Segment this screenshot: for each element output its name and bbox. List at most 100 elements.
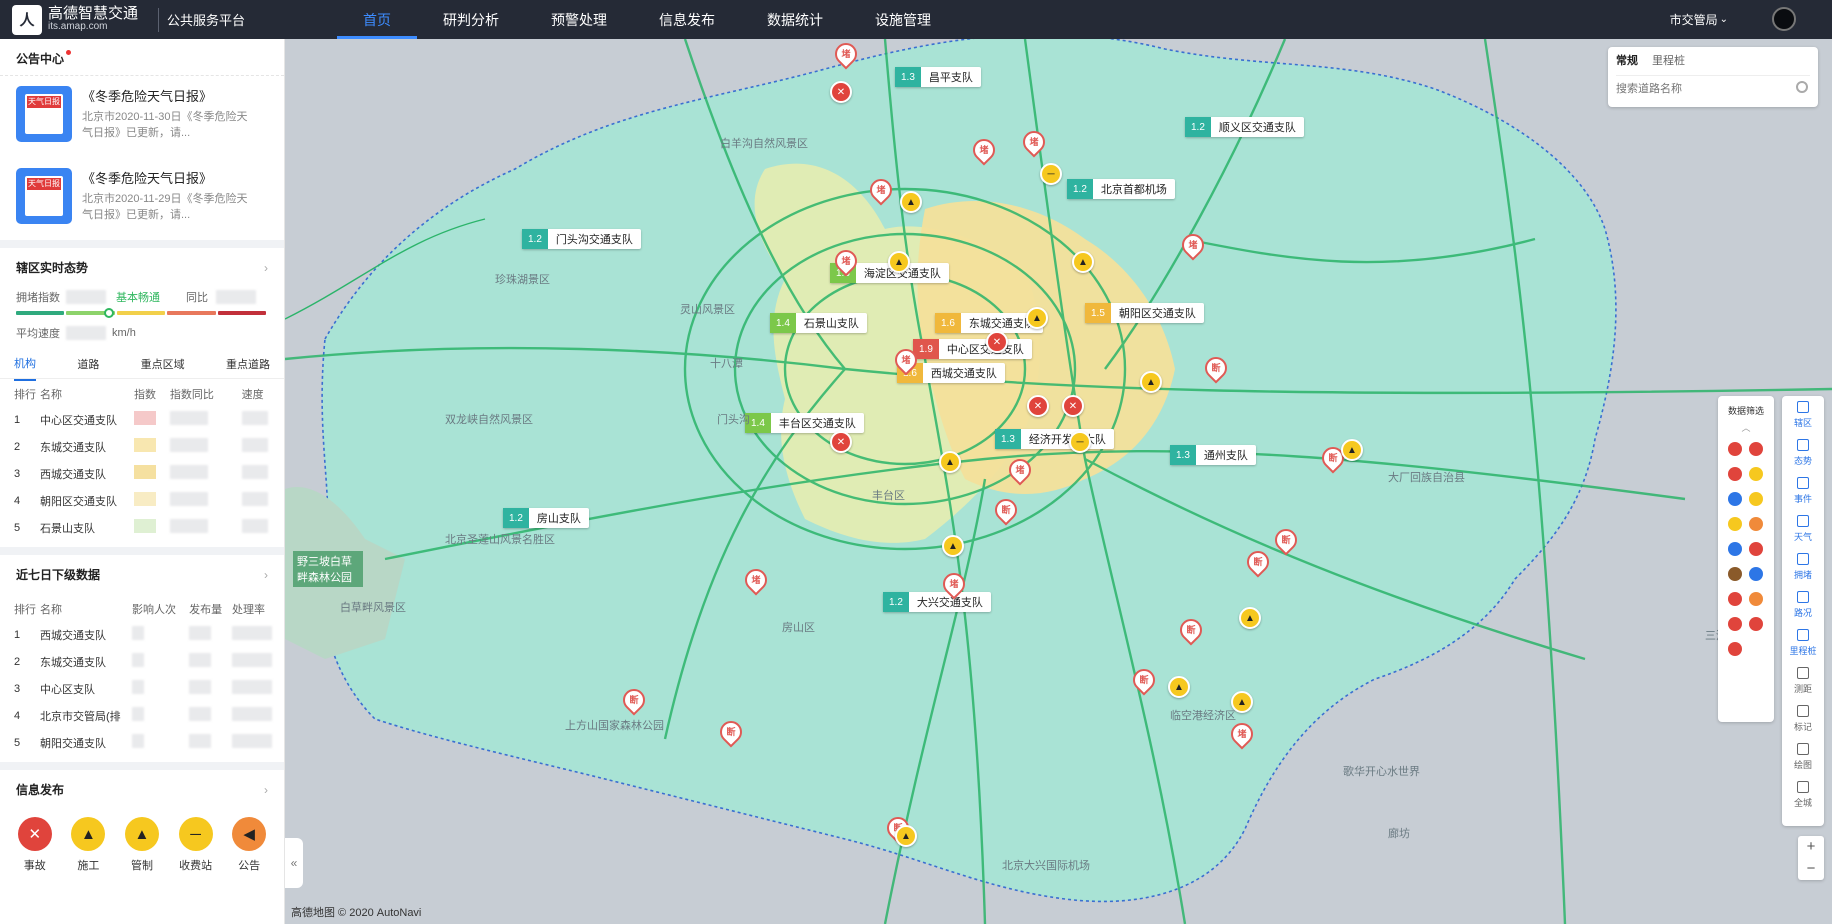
construction-marker[interactable]: ▲ xyxy=(888,251,910,273)
tool-10[interactable]: 全城 xyxy=(1782,776,1824,814)
table-row[interactable]: 5 石景山支队 xyxy=(0,514,284,541)
tab-road[interactable]: 道路 xyxy=(77,348,99,380)
tab-regular[interactable]: 常规 xyxy=(1616,52,1638,68)
table-row[interactable]: 3 中心区支队 xyxy=(0,675,284,702)
filter-toggle-icon[interactable] xyxy=(1749,517,1763,531)
tool-1[interactable]: 态势 xyxy=(1782,434,1824,472)
branch-label[interactable]: 1.4 丰台区交通支队 xyxy=(745,413,864,433)
filter-toggle-icon[interactable] xyxy=(1728,567,1742,581)
filter-toggle-icon[interactable] xyxy=(1728,542,1742,556)
filter-toggle-icon[interactable] xyxy=(1749,542,1763,556)
filter-toggle-icon[interactable] xyxy=(1728,517,1742,531)
tab-key-area[interactable]: 重点区域 xyxy=(141,348,185,380)
zoom-out-button[interactable]: − xyxy=(1798,858,1824,880)
chevron-right-icon[interactable]: › xyxy=(264,261,268,275)
chevron-right-icon[interactable]: › xyxy=(264,568,268,582)
filter-toggle-icon[interactable] xyxy=(1728,467,1742,481)
construction-marker[interactable]: ▲ xyxy=(1168,676,1190,698)
branch-label[interactable]: 1.2 大兴交通支队 xyxy=(883,592,991,612)
filter-toggle-icon[interactable] xyxy=(1749,467,1763,481)
nav-item-analysis[interactable]: 研判分析 xyxy=(417,0,525,39)
publish-toll-button[interactable]: ─ 收费站 xyxy=(178,817,213,873)
tool-7[interactable]: 测距 xyxy=(1782,662,1824,700)
branch-label[interactable]: 1.2 顺义区交通支队 xyxy=(1185,117,1304,137)
table-row[interactable]: 2 东城交通支队 xyxy=(0,648,284,675)
filter-toggle-icon[interactable] xyxy=(1728,442,1742,456)
branch-label[interactable]: 1.5 朝阳区交通支队 xyxy=(1085,303,1204,323)
tool-2[interactable]: 事件 xyxy=(1782,472,1824,510)
tab-key-road[interactable]: 重点道路 xyxy=(226,348,270,380)
branch-label[interactable]: 1.3 经济开发区大队 xyxy=(995,429,1114,449)
table-row[interactable]: 3 西城交通支队 xyxy=(0,460,284,487)
nav-item-facilities[interactable]: 设施管理 xyxy=(849,0,957,39)
tool-5[interactable]: 路况 xyxy=(1782,586,1824,624)
branch-label[interactable]: 1.2 门头沟交通支队 xyxy=(522,229,641,249)
filter-toggle-icon[interactable] xyxy=(1749,492,1763,506)
construction-marker[interactable]: ▲ xyxy=(900,191,922,213)
construction-marker[interactable]: ▲ xyxy=(1072,251,1094,273)
logo[interactable]: 人 高德智慧交通 its.amap.com xyxy=(0,4,150,35)
filter-toggle-icon[interactable] xyxy=(1749,617,1763,631)
tool-6[interactable]: 里程桩 xyxy=(1782,624,1824,662)
construction-marker[interactable]: ▲ xyxy=(939,451,961,473)
weekly-section-header[interactable]: 近七日下级数据 › xyxy=(0,555,284,594)
filter-toggle-icon[interactable] xyxy=(1728,492,1742,506)
chevron-right-icon[interactable]: › xyxy=(264,783,268,797)
table-row[interactable]: 1 中心区交通支队 xyxy=(0,406,284,433)
construction-marker[interactable]: ▲ xyxy=(1026,307,1048,329)
filter-toggle-icon[interactable] xyxy=(1749,442,1763,456)
construction-marker[interactable]: ▲ xyxy=(1341,439,1363,461)
table-row[interactable]: 2 东城交通支队 xyxy=(0,433,284,460)
publish-construction-button[interactable]: ▲ 施工 xyxy=(71,817,106,873)
filter-toggle-icon[interactable] xyxy=(1728,617,1742,631)
branch-label[interactable]: 1.3 昌平支队 xyxy=(895,67,981,87)
publish-control-button[interactable]: ▲ 管制 xyxy=(124,817,159,873)
tab-milestone[interactable]: 里程桩 xyxy=(1652,52,1685,68)
filter-toggle-icon[interactable] xyxy=(1728,642,1742,656)
search-icon[interactable] xyxy=(1796,81,1808,93)
tool-3[interactable]: 天气 xyxy=(1782,510,1824,548)
publish-section-header[interactable]: 信息发布 › xyxy=(0,770,284,809)
org-selector[interactable]: 市交管局 ⌄ xyxy=(1670,0,1728,39)
construction-marker[interactable]: ▲ xyxy=(942,535,964,557)
nav-item-publish[interactable]: 信息发布 xyxy=(633,0,741,39)
publish-announcement-button[interactable]: ◀ 公告 xyxy=(232,817,267,873)
table-row[interactable]: 4 北京市交管局(排 xyxy=(0,702,284,729)
filter-toggle-icon[interactable] xyxy=(1749,567,1763,581)
collapse-sidebar-button[interactable]: « xyxy=(285,838,303,888)
accident-marker[interactable]: ✕ xyxy=(1027,395,1049,417)
toll-marker[interactable]: ─ xyxy=(1040,163,1062,185)
accident-marker[interactable]: ✕ xyxy=(986,331,1008,353)
construction-marker[interactable]: ▲ xyxy=(1140,371,1162,393)
branch-label[interactable]: 1.3 通州支队 xyxy=(1170,445,1256,465)
tool-4[interactable]: 拥堵 xyxy=(1782,548,1824,586)
notice-item[interactable]: 天气日报 《冬季危险天气日报》 北京市2020-11-29日《冬季危险天气日报》… xyxy=(0,158,284,240)
nav-item-warning[interactable]: 预警处理 xyxy=(525,0,633,39)
table-row[interactable]: 5 朝阳交通支队 xyxy=(0,729,284,756)
tab-agency[interactable]: 机构 xyxy=(14,347,36,381)
accident-marker[interactable]: ✕ xyxy=(830,81,852,103)
table-row[interactable]: 4 朝阳区交通支队 xyxy=(0,487,284,514)
nav-item-home[interactable]: 首页 xyxy=(337,0,417,39)
accident-marker[interactable]: ✕ xyxy=(830,431,852,453)
realtime-section-header[interactable]: 辖区实时态势 › xyxy=(0,248,284,287)
branch-label[interactable]: 1.4 石景山支队 xyxy=(770,313,867,333)
accident-marker[interactable]: ✕ xyxy=(1062,395,1084,417)
map-canvas[interactable]: 1.3昌平支队1.2顺义区交通支队1.2北京首都机场1.2门头沟交通支队1.3海… xyxy=(285,39,1832,924)
toll-marker[interactable]: ─ xyxy=(1069,431,1091,453)
publish-accident-button[interactable]: ✕ 事故 xyxy=(17,817,52,873)
chevron-up-icon[interactable]: ︿ xyxy=(1718,421,1774,434)
zoom-in-button[interactable]: + xyxy=(1798,836,1824,858)
road-search-input[interactable] xyxy=(1616,75,1810,101)
branch-label[interactable]: 1.2 北京首都机场 xyxy=(1067,179,1175,199)
branch-label[interactable]: 1.9 中心区交通支队 xyxy=(913,339,1032,359)
filter-toggle-icon[interactable] xyxy=(1749,592,1763,606)
avatar[interactable] xyxy=(1772,7,1796,31)
table-row[interactable]: 1 西城交通支队 xyxy=(0,621,284,648)
nav-item-statistics[interactable]: 数据统计 xyxy=(741,0,849,39)
tool-0[interactable]: 辖区 xyxy=(1782,396,1824,434)
construction-marker[interactable]: ▲ xyxy=(895,825,917,847)
construction-marker[interactable]: ▲ xyxy=(1239,607,1261,629)
branch-label[interactable]: 1.2 房山支队 xyxy=(503,508,589,528)
filter-toggle-icon[interactable] xyxy=(1728,592,1742,606)
